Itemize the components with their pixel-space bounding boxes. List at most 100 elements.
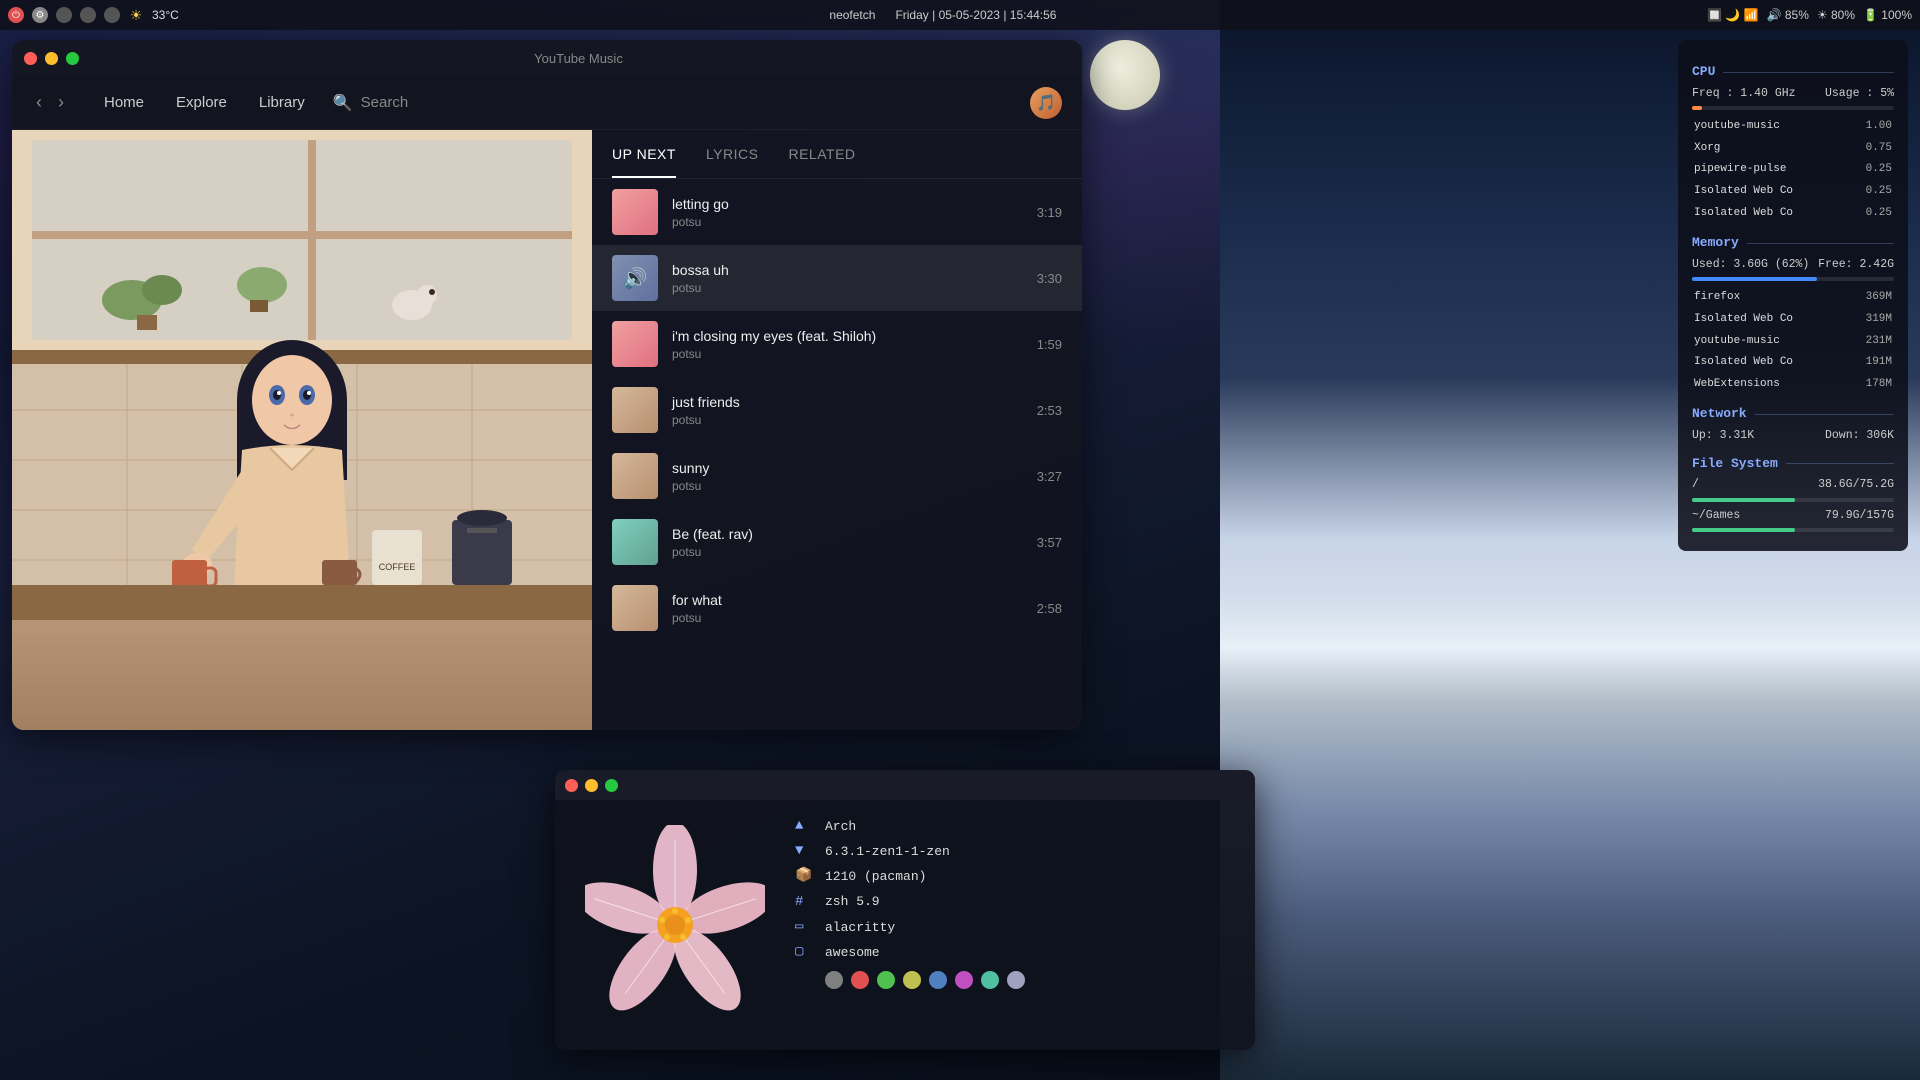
mem-proc-name-3: youtube-music bbox=[1694, 332, 1849, 352]
taskbar-right: 🔲 🌙 📶 🔊 85% ☀ 80% 🔋 100% bbox=[1707, 8, 1912, 22]
cpu-proc-row: Xorg0.75 bbox=[1694, 139, 1892, 159]
user-avatar[interactable]: 🎵 bbox=[1030, 87, 1062, 119]
fs-root-label: / bbox=[1692, 476, 1699, 494]
queue-thumb bbox=[612, 321, 658, 367]
settings-icon[interactable]: ⚙ bbox=[32, 7, 48, 23]
queue-thumb bbox=[612, 519, 658, 565]
nav-back-arrow[interactable]: ‹ bbox=[32, 88, 46, 117]
queue-item[interactable]: i'm closing my eyes (feat. Shiloh) potsu… bbox=[592, 311, 1082, 377]
queue-item[interactable]: Be (feat. rav) potsu 3:57 bbox=[592, 509, 1082, 575]
color-dot-2 bbox=[851, 971, 869, 989]
mem-proc-val-1: 369M bbox=[1851, 288, 1892, 308]
net-up: Up: 3.31K bbox=[1692, 427, 1754, 445]
power-icon[interactable]: ⏻ bbox=[8, 7, 24, 23]
tab-up-next[interactable]: UP NEXT bbox=[612, 130, 676, 178]
color-dot-5 bbox=[929, 971, 947, 989]
nf-row-kernel: ▼ 6.3.1-zen1-1-zen bbox=[795, 839, 1235, 864]
neofetch-flower bbox=[575, 814, 775, 1036]
fs-root-size: 38.6G/75.2G bbox=[1818, 476, 1894, 494]
queue-thumb bbox=[612, 453, 658, 499]
color-dot-7 bbox=[981, 971, 999, 989]
queue-item[interactable]: for what potsu 2:58 bbox=[592, 575, 1082, 641]
nav-explore[interactable]: Explore bbox=[160, 86, 243, 119]
fs-games-row: ~/Games 79.9G/157G bbox=[1692, 507, 1894, 525]
fs-root-row: / 38.6G/75.2G bbox=[1692, 476, 1894, 494]
cpu-proc-val-5: 0.25 bbox=[1851, 204, 1892, 224]
nf-os-value: Arch bbox=[825, 815, 856, 838]
queue-item-artist: potsu bbox=[672, 479, 1023, 493]
neofetch-maximize-btn[interactable] bbox=[605, 779, 618, 792]
neofetch-titlebar bbox=[555, 770, 1255, 800]
queue-item-artist: potsu bbox=[672, 281, 1023, 295]
queue-item[interactable]: sunny potsu 3:27 bbox=[592, 443, 1082, 509]
mem-proc-name-2: Isolated Web Co bbox=[1694, 310, 1849, 330]
cpu-proc-name-1: youtube-music bbox=[1694, 117, 1849, 137]
mem-proc-name-5: WebExtensions bbox=[1694, 375, 1849, 395]
tab-lyrics[interactable]: LYRICS bbox=[706, 130, 759, 178]
cpu-bar bbox=[1692, 106, 1702, 110]
queue-item-duration: 3:19 bbox=[1037, 205, 1062, 220]
mem-proc-name-4: Isolated Web Co bbox=[1694, 353, 1849, 373]
taskbar-appname: neofetch bbox=[829, 8, 875, 22]
queue-item-title: Be (feat. rav) bbox=[672, 526, 1023, 542]
queue-thumb: 🔊 bbox=[612, 255, 658, 301]
queue-item-duration: 2:53 bbox=[1037, 403, 1062, 418]
dot-icon1 bbox=[56, 7, 72, 23]
queue-item-info: letting go potsu bbox=[672, 196, 1023, 229]
queue-item-duration: 3:57 bbox=[1037, 535, 1062, 550]
taskbar-icons-area: 🔲 🌙 📶 bbox=[1707, 8, 1759, 22]
queue-item-title: letting go bbox=[672, 196, 1023, 212]
color-dot-6 bbox=[955, 971, 973, 989]
queue-item-info: Be (feat. rav) potsu bbox=[672, 526, 1023, 559]
nav-library[interactable]: Library bbox=[243, 86, 321, 119]
mem-proc-row: youtube-music231M bbox=[1694, 332, 1892, 352]
nav-search-label: Search bbox=[361, 94, 409, 111]
queue-item-duration: 3:27 bbox=[1037, 469, 1062, 484]
queue-item-info: bossa uh potsu bbox=[672, 262, 1023, 295]
queue-item-artist: potsu bbox=[672, 611, 1023, 625]
cpu-section-title: CPU bbox=[1692, 62, 1894, 83]
mem-proc-row: WebExtensions178M bbox=[1694, 375, 1892, 395]
svg-text:COFFEE: COFFEE bbox=[379, 562, 416, 572]
cpu-proc-row: Isolated Web Co0.25 bbox=[1694, 204, 1892, 224]
memory-section-title: Memory bbox=[1692, 233, 1894, 254]
nav-home[interactable]: Home bbox=[88, 86, 160, 119]
cpu-proc-name-2: Xorg bbox=[1694, 139, 1849, 159]
nav-search-area[interactable]: 🔍 Search bbox=[333, 93, 408, 113]
mem-proc-row: firefox369M bbox=[1694, 288, 1892, 308]
content-area: COFFEE UP NEXT LYRICS RELATED letti bbox=[12, 130, 1082, 730]
cpu-proc-row: pipewire-pulse0.25 bbox=[1694, 160, 1892, 180]
queue-item[interactable]: letting go potsu 3:19 bbox=[592, 179, 1082, 245]
tab-related[interactable]: RELATED bbox=[788, 130, 855, 178]
neofetch-close-btn[interactable] bbox=[565, 779, 578, 792]
mem-proc-val-3: 231M bbox=[1851, 332, 1892, 352]
queue-item[interactable]: 🔊 bossa uh potsu 3:30 bbox=[592, 245, 1082, 311]
queue-item-artist: potsu bbox=[672, 545, 1023, 559]
mem-proc-row: Isolated Web Co319M bbox=[1694, 310, 1892, 330]
cpu-proc-name-3: pipewire-pulse bbox=[1694, 160, 1849, 180]
queue-list: letting go potsu 3:19 🔊 bossa uh potsu 3… bbox=[592, 179, 1082, 730]
queue-item-info: just friends potsu bbox=[672, 394, 1023, 427]
moon bbox=[1090, 40, 1160, 110]
nav-bar: ‹ › Home Explore Library 🔍 Search 🎵 bbox=[12, 76, 1082, 130]
window-minimize-btn[interactable] bbox=[45, 52, 58, 65]
cpu-process-table: youtube-music1.00 Xorg0.75 pipewire-puls… bbox=[1692, 115, 1894, 225]
filesystem-section-title: File System bbox=[1692, 454, 1894, 475]
nf-shell-value: zsh 5.9 bbox=[825, 890, 880, 913]
queue-item[interactable]: just friends potsu 2:53 bbox=[592, 377, 1082, 443]
fs-games-bar bbox=[1692, 528, 1795, 532]
network-section-title: Network bbox=[1692, 404, 1894, 425]
music-player-window: YouTube Music ‹ › Home Explore Library 🔍… bbox=[12, 40, 1082, 730]
taskbar-left: ⏻ ⚙ ☀ 33°C bbox=[8, 7, 179, 23]
queue-item-duration: 3:30 bbox=[1037, 271, 1062, 286]
nav-forward-arrow[interactable]: › bbox=[54, 88, 68, 117]
fs-root-bar bbox=[1692, 498, 1795, 502]
window-close-btn[interactable] bbox=[24, 52, 37, 65]
color-dot-8 bbox=[1007, 971, 1025, 989]
queue-item-duration: 2:58 bbox=[1037, 601, 1062, 616]
right-panel: UP NEXT LYRICS RELATED letting go potsu … bbox=[592, 130, 1082, 730]
cpu-proc-row: Isolated Web Co0.25 bbox=[1694, 182, 1892, 202]
window-maximize-btn[interactable] bbox=[66, 52, 79, 65]
neofetch-minimize-btn[interactable] bbox=[585, 779, 598, 792]
search-icon: 🔍 bbox=[333, 93, 353, 113]
